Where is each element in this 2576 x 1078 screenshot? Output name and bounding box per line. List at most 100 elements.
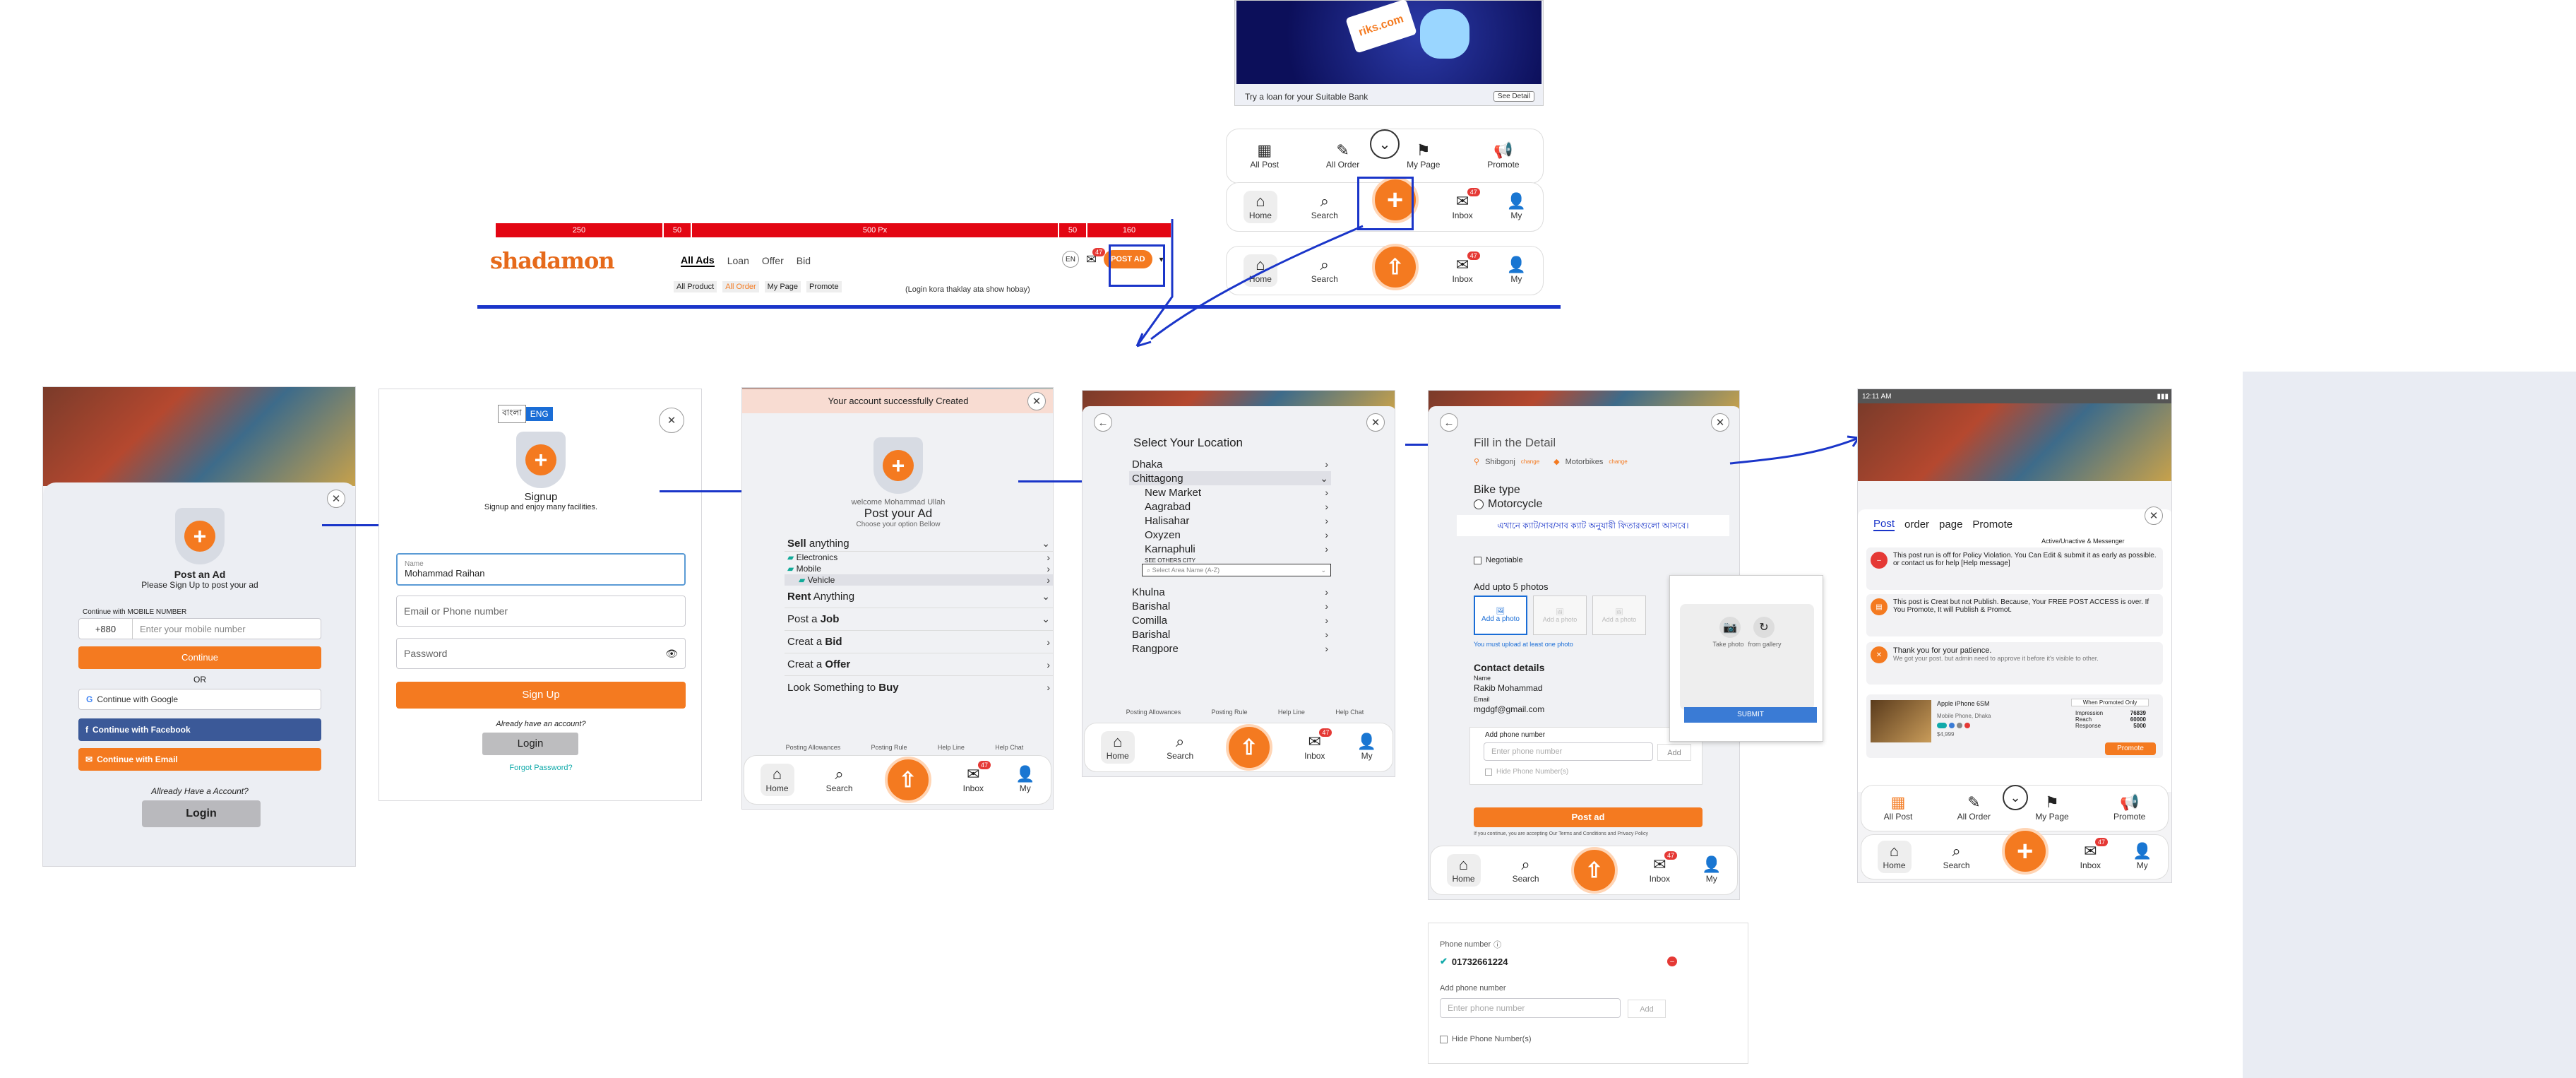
option-offer[interactable]: Creat a Offer ›: [785, 653, 1053, 676]
lang-bangla[interactable]: বাংলা: [498, 405, 526, 423]
lang-toggle[interactable]: EN: [1062, 251, 1079, 268]
phone-input[interactable]: Enter phone number: [1440, 998, 1621, 1018]
collapse-chevron-icon[interactable]: ⌄: [1370, 129, 1400, 159]
motorcycle-radio[interactable]: Motorcycle: [1474, 498, 1542, 511]
close-icon[interactable]: ✕: [2145, 507, 2163, 525]
site-logo[interactable]: shadamon: [490, 247, 615, 274]
change-location-link[interactable]: change: [1521, 458, 1539, 465]
change-category-link[interactable]: change: [1609, 458, 1627, 465]
nav-inbox[interactable]: ✉ 47 Inbox: [1452, 188, 1480, 220]
nav-home[interactable]: ⌂ Home: [1100, 731, 1135, 764]
menu-all-order[interactable]: ✎ All Order: [1957, 795, 1991, 822]
nav-home[interactable]: ⌂ Home: [760, 764, 794, 796]
sub-mobile[interactable]: ▰ Mobile ›: [785, 563, 1053, 574]
area-item[interactable]: Karnaphuli ›: [1129, 542, 1331, 556]
subtab-promote[interactable]: Promote: [806, 281, 842, 292]
link-help-line[interactable]: Help Line: [1278, 709, 1305, 716]
post-fab-upload[interactable]: ⇧: [1570, 847, 1618, 894]
menu-all-order[interactable]: ✎ All Order: [1326, 143, 1359, 170]
see-detail-button[interactable]: See Detail: [1493, 91, 1534, 102]
option-bid[interactable]: Creat a Bid ›: [785, 631, 1053, 653]
nav-inbox[interactable]: ✉ 47 Inbox: [1452, 251, 1480, 284]
login-button[interactable]: Login: [142, 800, 261, 827]
tab-post[interactable]: Post: [1873, 518, 1895, 531]
close-icon[interactable]: ✕: [1366, 413, 1385, 432]
tab-all-ads[interactable]: All Ads: [681, 254, 715, 267]
link-help-chat[interactable]: Help Chat: [1335, 709, 1364, 716]
hide-phone-checkbox[interactable]: Hide Phone Number(s): [1440, 1035, 1532, 1043]
sub-vehicle[interactable]: ▰ Vehicle ›: [785, 574, 1053, 586]
tab-bid[interactable]: Bid: [797, 255, 811, 266]
country-code[interactable]: +880: [79, 619, 133, 639]
tab-promote[interactable]: Promote: [1972, 519, 2012, 531]
close-icon[interactable]: ✕: [659, 408, 684, 433]
subtab-all-product[interactable]: All Product: [674, 281, 717, 292]
nav-home[interactable]: ⌂ Home: [1446, 854, 1481, 887]
nav-search[interactable]: ⌕ Search: [1167, 734, 1193, 762]
link-posting-allowances[interactable]: Posting Allowances: [786, 744, 841, 751]
area-item[interactable]: Aagrabad ›: [1129, 499, 1331, 514]
nav-search[interactable]: ⌕ Search: [1513, 857, 1539, 884]
city-item[interactable]: Comilla ›: [1129, 613, 1331, 627]
mobile-input[interactable]: Enter your mobile number: [133, 624, 246, 634]
add-photo-button[interactable]: 🖼 Add a photo: [1474, 596, 1527, 635]
nav-my[interactable]: 👤 My: [1702, 857, 1721, 884]
close-icon[interactable]: ✕: [327, 490, 345, 508]
tab-offer[interactable]: Offer: [762, 255, 784, 266]
add-phone-button[interactable]: Add: [1657, 744, 1691, 761]
tab-page[interactable]: page: [1939, 519, 1962, 531]
link-posting-rule[interactable]: Posting Rule: [871, 744, 907, 751]
gallery-icon[interactable]: ↻: [1753, 617, 1775, 638]
signup-button[interactable]: Sign Up: [396, 682, 686, 709]
option-sell[interactable]: Sell anything ⌄: [785, 536, 1053, 552]
area-item[interactable]: Halisahar ›: [1129, 514, 1331, 528]
city-item[interactable]: Barishal ›: [1129, 599, 1331, 613]
link-posting-allowances[interactable]: Posting Allowances: [1126, 709, 1181, 716]
nav-inbox[interactable]: ✉ 47 Inbox: [1650, 851, 1678, 884]
nav-my[interactable]: 👤 My: [2133, 843, 2152, 871]
nav-inbox[interactable]: ✉ 47 Inbox: [1304, 728, 1332, 761]
nav-my[interactable]: 👤 My: [1507, 194, 1526, 221]
link-posting-rule[interactable]: Posting Rule: [1212, 709, 1248, 716]
link-help-line[interactable]: Help Line: [938, 744, 965, 751]
area-item[interactable]: New Market ›: [1129, 485, 1331, 499]
name-field[interactable]: Name Mohammad Raihan: [396, 553, 686, 586]
nav-my[interactable]: 👤 My: [1507, 257, 1526, 285]
city-item[interactable]: Barishal ›: [1129, 627, 1331, 641]
link-help-chat[interactable]: Help Chat: [995, 744, 1023, 751]
negotiable-checkbox[interactable]: Negotiable: [1474, 556, 1523, 564]
hide-phone-checkbox[interactable]: Hide Phone Number(s): [1485, 768, 1568, 776]
city-chittagong[interactable]: Chittagong ⌄: [1129, 471, 1331, 485]
city-item[interactable]: Khulna ›: [1129, 585, 1331, 599]
facebook-button[interactable]: f Continue with Facebook: [78, 718, 321, 741]
product-card[interactable]: Apple iPhone 6SM Mobile Phone, Dhaka $4,…: [1866, 694, 2163, 758]
subtab-my-page[interactable]: My Page: [764, 281, 801, 292]
loan-row[interactable]: Try a loan for your Suitable Bank See De…: [1245, 91, 1534, 102]
post-fab-upload[interactable]: ⇧: [1371, 244, 1419, 290]
add-phone-button[interactable]: Add: [1628, 1000, 1666, 1018]
tab-order[interactable]: order: [1904, 519, 1929, 531]
area-search-select[interactable]: ⌕ Select Area Name (A-Z) ⌄: [1142, 564, 1331, 576]
login-button[interactable]: Login: [482, 733, 578, 755]
menu-my-page[interactable]: ⚑ My Page: [1407, 143, 1440, 170]
google-button[interactable]: G Continue with Google: [78, 689, 321, 710]
post-ad-submit[interactable]: Post ad: [1474, 807, 1703, 827]
collapse-chevron-icon[interactable]: ⌄: [2003, 785, 2028, 810]
photo-slot-3[interactable]: 🖼 Add a photo: [1592, 596, 1646, 635]
post-fab-plus[interactable]: +: [2001, 828, 2049, 875]
photo-slot-2[interactable]: 🖼 Add a photo: [1533, 596, 1587, 635]
city-item[interactable]: Rangpore ›: [1129, 641, 1331, 656]
back-arrow-icon[interactable]: ←: [1440, 413, 1458, 432]
city-dhaka[interactable]: Dhaka ›: [1129, 457, 1331, 471]
email-phone-input[interactable]: Email or Phone number: [396, 596, 686, 627]
post-fab-upload[interactable]: ⇧: [884, 757, 931, 803]
popup-submit-button[interactable]: SUBMIT: [1684, 707, 1817, 723]
password-input[interactable]: Password: [404, 648, 447, 659]
option-job[interactable]: Post a Job ⌄: [785, 608, 1053, 631]
promote-button[interactable]: Promote: [2105, 742, 2156, 755]
forgot-password-link[interactable]: Forgot Password?: [379, 764, 701, 772]
menu-my-page[interactable]: ⚑ My Page: [2035, 795, 2068, 822]
camera-icon[interactable]: 📷: [1719, 617, 1741, 638]
remove-icon[interactable]: –: [1667, 956, 1677, 966]
nav-inbox[interactable]: ✉ 47 Inbox: [2080, 838, 2109, 870]
